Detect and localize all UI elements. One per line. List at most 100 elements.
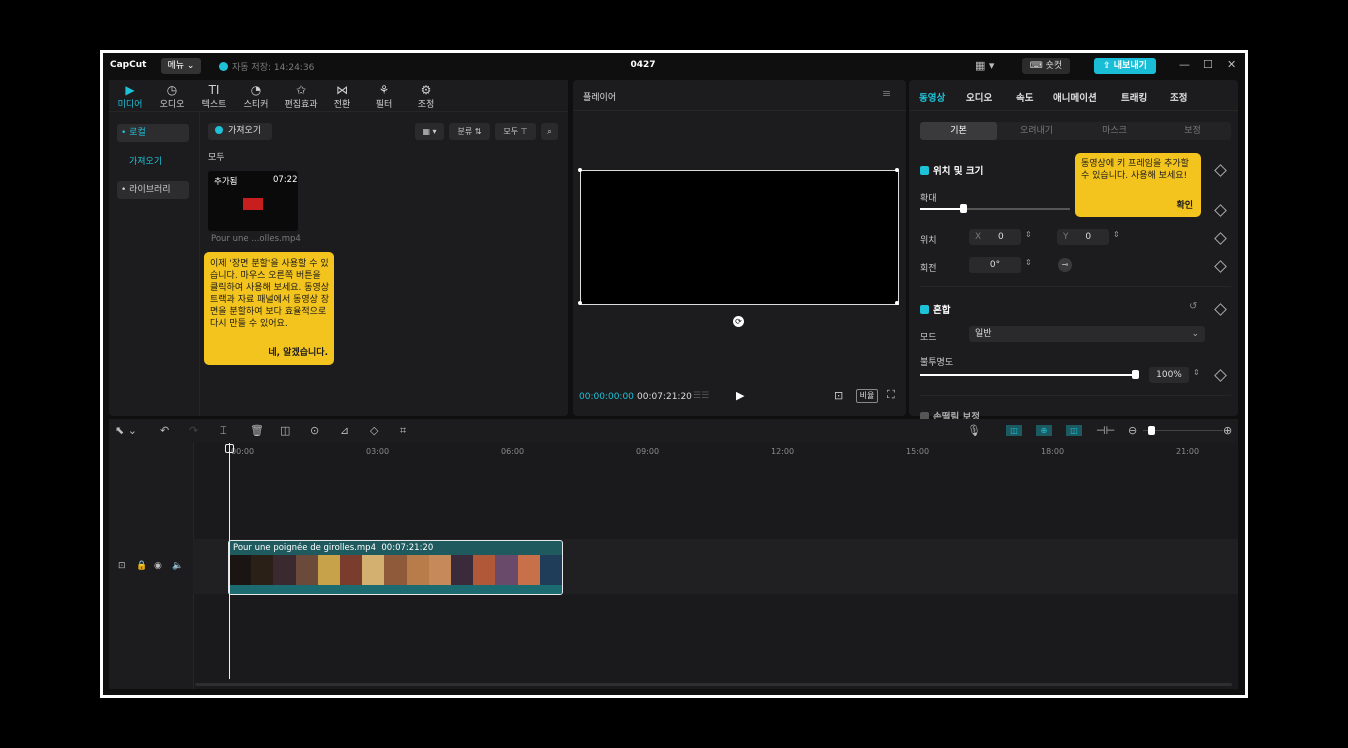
checkbox-icon[interactable]: [920, 166, 929, 175]
layout-icon[interactable]: ▦ ▾: [975, 59, 994, 72]
tooltip-confirm-button[interactable]: 네, 알겠습니다.: [268, 347, 328, 359]
freeze-icon[interactable]: ◫: [280, 424, 290, 437]
subtab-mask[interactable]: 마스크: [1076, 122, 1153, 140]
filter-button[interactable]: 모두 ⊤: [495, 123, 536, 140]
zoom-slider[interactable]: [1143, 430, 1223, 431]
opacity-slider[interactable]: [920, 370, 1139, 379]
scale-slider-knob[interactable]: [960, 204, 967, 213]
timecode-icon[interactable]: ☰☰: [693, 391, 709, 401]
mirror-icon[interactable]: ⊿: [340, 424, 349, 437]
speaker-icon[interactable]: 🔈: [172, 561, 183, 571]
tab-audio[interactable]: 오디오: [966, 90, 992, 104]
keyframe-icon[interactable]: [1214, 303, 1227, 316]
stepper-icon[interactable]: ⇕: [1113, 230, 1120, 239]
corner-handle[interactable]: [895, 168, 899, 172]
zoom-slider-knob[interactable]: [1148, 426, 1155, 435]
rotation-field[interactable]: 0°: [969, 257, 1021, 273]
tab-animation[interactable]: 애니메이션: [1053, 90, 1097, 104]
reset-icon[interactable]: ↺: [1189, 301, 1197, 312]
tab-filter[interactable]: ⚘ 필터: [366, 83, 402, 110]
scale-slider[interactable]: [920, 204, 1070, 213]
playhead-handle[interactable]: [225, 444, 234, 453]
export-button[interactable]: ⇪ 내보내기: [1094, 58, 1156, 74]
blend-section-header[interactable]: 혼합: [920, 302, 950, 316]
rotation-dial[interactable]: ⊸: [1058, 258, 1072, 272]
undo-icon[interactable]: ↶: [160, 424, 169, 437]
position-y-field[interactable]: Y 0: [1057, 229, 1109, 245]
ratio-button[interactable]: 비율: [856, 389, 878, 403]
zoom-in-icon[interactable]: ⊕: [1223, 424, 1232, 437]
link-icon[interactable]: ◫: [1066, 425, 1082, 436]
tab-text[interactable]: TI 텍스트: [196, 83, 232, 110]
transform-section-header[interactable]: 위치 및 크기: [920, 163, 983, 177]
tooltip-confirm-button[interactable]: 확인: [1176, 200, 1193, 212]
sidebar-item-library[interactable]: • 라이브러리: [117, 181, 189, 199]
view-toggle-button[interactable]: ▦ ▾: [415, 123, 444, 140]
tab-adjust[interactable]: ⚙ 조정: [408, 83, 444, 110]
split-icon[interactable]: ⌶: [220, 424, 227, 438]
lock-icon[interactable]: 🔒: [136, 561, 147, 571]
reverse-icon[interactable]: ⊙: [310, 424, 319, 437]
subtab-retouch[interactable]: 보정: [1154, 122, 1231, 140]
zoom-out-icon[interactable]: ⊖: [1128, 424, 1137, 437]
tab-adjust[interactable]: 조정: [1170, 90, 1187, 104]
import-button[interactable]: 가져오기: [208, 123, 272, 140]
video-clip[interactable]: Pour une poignée de girolles.mp4 00:07:2…: [228, 540, 563, 595]
delete-icon[interactable]: 🗑: [250, 424, 264, 437]
main-track-magnet-icon[interactable]: ◫: [1006, 425, 1022, 436]
sidebar-item-import[interactable]: 가져오기: [117, 153, 189, 171]
tab-transition[interactable]: ⋈ 전환: [324, 83, 360, 110]
sidebar-item-local[interactable]: • 로컬: [117, 124, 189, 142]
screenshot-icon[interactable]: ⊡: [834, 389, 843, 402]
keyframe-icon[interactable]: [1214, 369, 1227, 382]
menu-button[interactable]: 메뉴 ⌄: [161, 58, 201, 74]
corner-handle[interactable]: [578, 301, 582, 305]
playhead[interactable]: [229, 443, 230, 679]
subtab-basic[interactable]: 기본: [920, 122, 997, 140]
preview-axis-icon[interactable]: ⊣⊢: [1096, 424, 1115, 437]
stepper-icon[interactable]: ⇕: [1193, 368, 1200, 377]
fullscreen-icon[interactable]: ⛶: [887, 388, 895, 402]
timeline-ruler[interactable]: 00:00 03:00 06:00 09:00 12:00 15:00 18:0…: [195, 443, 1238, 457]
tab-tracking[interactable]: 트래킹: [1121, 90, 1147, 104]
shortcut-button[interactable]: ⌨ 숏컷: [1022, 58, 1070, 74]
video-canvas[interactable]: [580, 170, 899, 305]
tab-media[interactable]: ▶ 미디어: [112, 83, 148, 110]
subtab-cutout[interactable]: 오려내기: [998, 122, 1075, 140]
opacity-slider-knob[interactable]: [1132, 370, 1139, 379]
cover-icon[interactable]: ⊡: [118, 561, 126, 571]
select-tool-icon[interactable]: ⬉ ⌄: [115, 424, 137, 437]
stepper-icon[interactable]: ⇕: [1025, 230, 1032, 239]
auto-snap-icon[interactable]: ⊕: [1036, 425, 1052, 436]
tab-sticker[interactable]: ◔ 스티커: [238, 83, 274, 110]
keyframe-icon[interactable]: [1214, 204, 1227, 217]
rotate-icon[interactable]: ⟳: [733, 316, 744, 327]
play-icon[interactable]: ▶: [736, 389, 744, 402]
maximize-icon[interactable]: ☐: [1203, 58, 1213, 71]
mode-select[interactable]: 일반 ⌄: [969, 326, 1205, 342]
close-icon[interactable]: ✕: [1227, 58, 1236, 71]
player-menu-icon[interactable]: ≡: [882, 87, 891, 100]
tab-effects[interactable]: ✩ 편집효과: [280, 83, 322, 110]
opacity-field[interactable]: 100%: [1149, 367, 1189, 383]
search-icon[interactable]: ⌕: [541, 123, 558, 140]
keyframe-icon[interactable]: [1214, 164, 1227, 177]
eye-icon[interactable]: ◉: [154, 561, 162, 571]
tab-audio[interactable]: ◷ 오디오: [154, 83, 190, 110]
timeline-scrollbar[interactable]: [195, 683, 1232, 686]
sort-button[interactable]: 분류 ⇅: [449, 123, 490, 140]
stepper-icon[interactable]: ⇕: [1025, 258, 1032, 267]
crop-icon[interactable]: ⌗: [400, 424, 406, 438]
checkbox-icon[interactable]: [920, 305, 929, 314]
microphone-icon[interactable]: 🎙: [967, 424, 981, 437]
keyframe-icon[interactable]: [1214, 260, 1227, 273]
tab-speed[interactable]: 속도: [1016, 90, 1033, 104]
corner-handle[interactable]: [578, 168, 582, 172]
redo-icon[interactable]: ↷: [189, 424, 198, 437]
position-x-field[interactable]: X 0: [969, 229, 1021, 245]
minimize-icon[interactable]: —: [1179, 58, 1190, 71]
keyframe-icon[interactable]: [1214, 232, 1227, 245]
tab-video[interactable]: 동영상: [919, 90, 945, 104]
rotate-icon[interactable]: ◇: [370, 424, 378, 437]
media-thumbnail[interactable]: 추가됨 07:22: [208, 171, 298, 231]
